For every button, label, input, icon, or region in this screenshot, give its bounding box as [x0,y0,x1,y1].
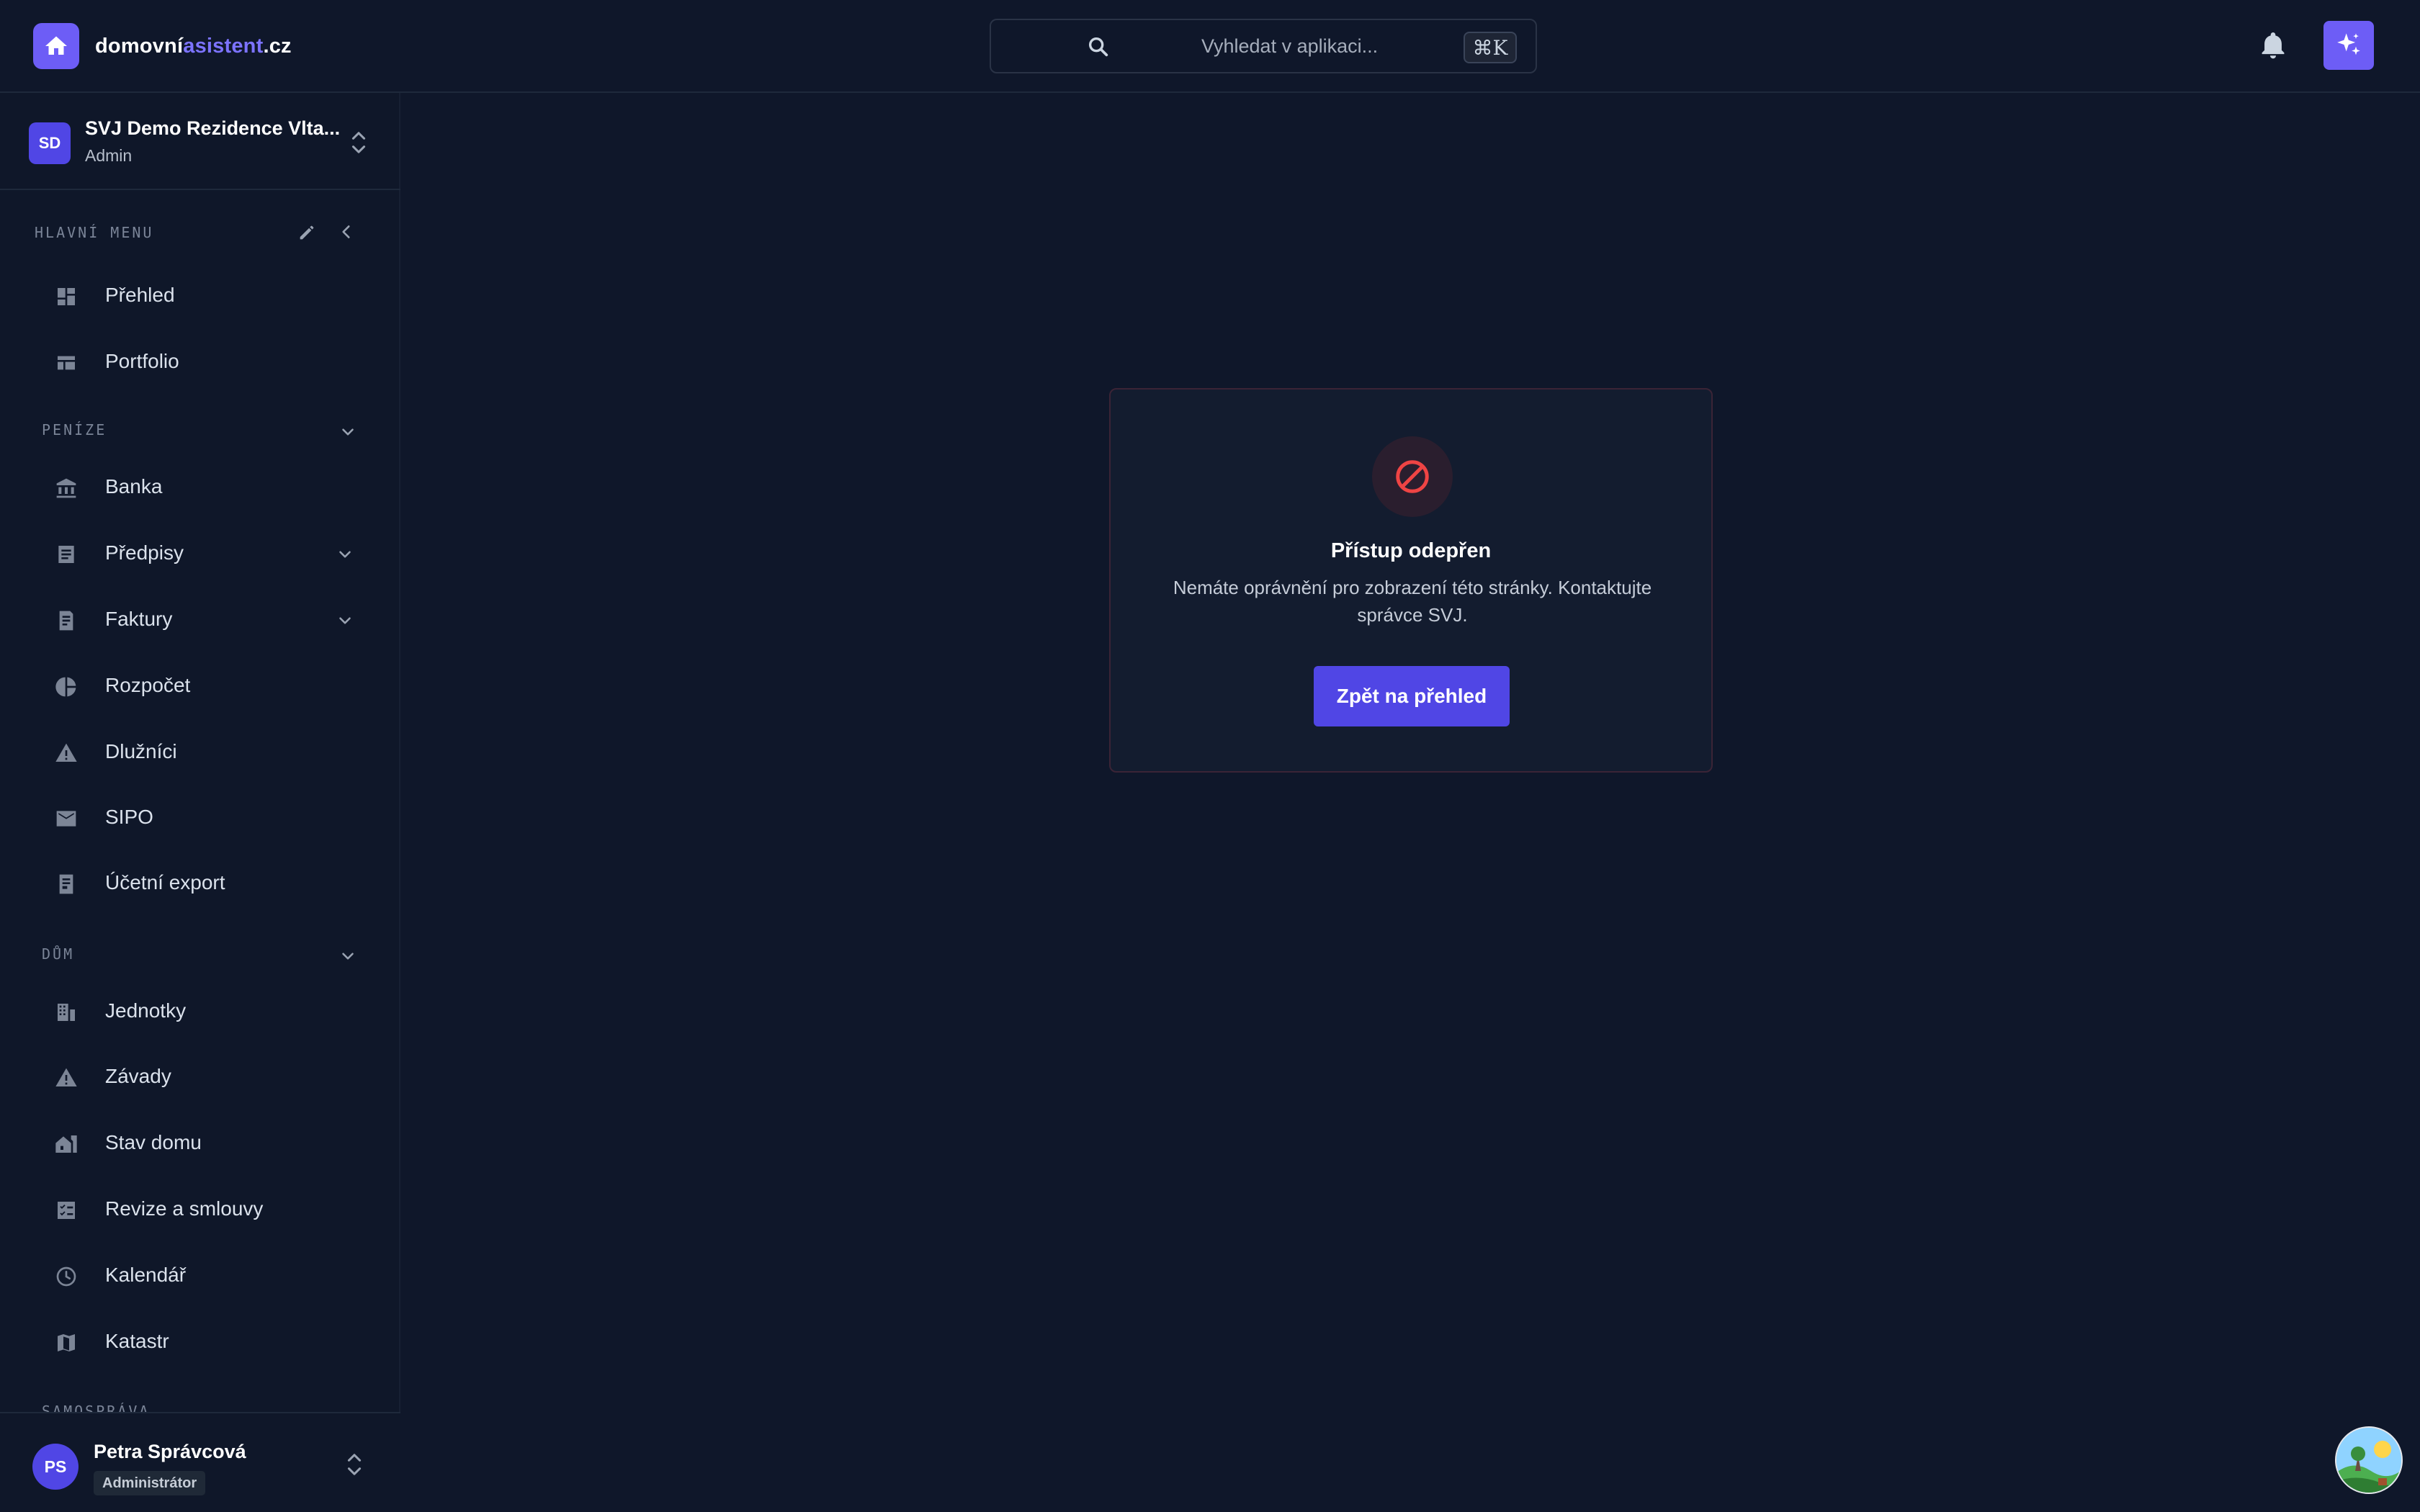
receipt-icon [55,873,78,896]
invoice-icon [55,609,78,632]
sidebar-item-label: Předpisy [105,541,184,564]
sidebar-item-label: Revize a smlouvy [105,1197,264,1220]
mail-icon [55,807,78,830]
sidebar-item-rozpocet[interactable]: Rozpočet [35,659,370,714]
expand-collapse-icon [350,130,367,155]
bank-icon [55,477,78,500]
house-status-icon [55,1133,78,1156]
search-shortcut-badge: ⌘K [1464,32,1517,63]
user-avatar: PS [32,1444,79,1490]
sidebar-item-zavady[interactable]: Závady [35,1050,370,1104]
main-menu-heading: HLAVNÍ MENU [35,224,154,241]
access-denied-card: Přístup odepřen Nemáte oprávnění pro zob… [1109,388,1713,773]
apartment-icon [55,1001,78,1024]
sidebar-item-prehled[interactable]: Přehled [35,269,370,323]
clock-icon [55,1265,78,1288]
sparkles-icon [2334,31,2363,60]
sidebar-item-label: Účetní export [105,871,225,894]
brand-logo[interactable]: domovníasistent.cz [33,23,292,69]
org-avatar: SD [29,122,71,164]
sidebar-item-label: Portfolio [105,350,179,372]
document-list-icon [55,543,78,566]
chevron-down-icon[interactable] [336,545,354,564]
top-bar: domovníasistent.cz Vyhledat v aplikaci..… [0,0,2420,93]
pie-chart-icon [55,675,78,698]
money-section-heading: PENÍZE [42,421,107,438]
search-icon [1086,35,1111,59]
sidebar-item-label: Katastr [105,1330,169,1352]
warning-icon [55,742,78,765]
back-to-overview-button[interactable]: Zpět na přehled [1314,666,1510,726]
sidebar-item-label: SIPO [105,806,153,828]
sidebar-item-faktury[interactable]: Faktury [35,593,370,647]
sidebar-item-katastr[interactable]: Katastr [35,1315,370,1369]
sidebar-item-label: Dlužníci [105,740,177,762]
search-input[interactable]: Vyhledat v aplikaci... ⌘K [990,19,1537,73]
search-placeholder: Vyhledat v aplikaci... [1201,35,1379,57]
sidebar-item-sipo[interactable]: SIPO [35,791,370,845]
sidebar-item-revize-a-smlouvy[interactable]: Revize a smlouvy [35,1182,370,1237]
sidebar-item-label: Stav domu [105,1131,202,1153]
sidebar-item-kalendar[interactable]: Kalendář [35,1248,370,1303]
blocked-icon [1372,436,1453,517]
expand-collapse-icon [346,1452,363,1477]
sidebar: SD SVJ Demo Rezidence Vlta... Admin HLAV… [0,93,400,1512]
samosprava-section-heading: SAMOSPRÁVA [42,1403,151,1413]
sidebar-item-label: Rozpočet [105,674,191,696]
notifications-bell-icon[interactable] [2257,29,2289,62]
sidebar-item-dluznici[interactable]: Dlužníci [35,725,370,780]
portfolio-icon [55,351,78,374]
warning-icon [55,1066,78,1089]
access-denied-title: Přístup odepřen [1330,539,1492,562]
sidebar-item-label: Banka [105,475,163,498]
edit-menu-icon[interactable] [297,222,317,243]
home-icon [33,23,79,69]
access-denied-message: Nemáte oprávnění pro zobrazení této strá… [1173,577,1652,626]
section-collapse-chevron-icon[interactable] [339,423,357,441]
collapse-sidebar-icon[interactable] [337,221,356,243]
checklist-icon [55,1199,78,1222]
sidebar-item-portfolio[interactable]: Portfolio [35,335,370,390]
section-collapse-chevron-icon[interactable] [339,947,357,966]
sidebar-item-label: Faktury [105,608,173,630]
chevron-down-icon[interactable] [336,611,354,630]
house-section-heading: DŮM [42,945,75,963]
ai-assistant-button[interactable] [2323,21,2374,70]
map-icon [55,1331,78,1354]
org-name: SVJ Demo Rezidence Vlta... [85,117,341,139]
sidebar-item-banka[interactable]: Banka [35,460,370,515]
user-role-badge: Administrátor [94,1471,206,1495]
sidebar-item-label: Kalendář [105,1264,187,1286]
user-menu[interactable]: PS Petra Správcová Administrátor [0,1412,400,1512]
sidebar-item-label: Přehled [105,284,175,306]
org-role: Admin [85,146,133,165]
sidebar-item-ucetni-export[interactable]: Účetní export [35,856,370,911]
sidebar-item-jednotky[interactable]: Jednotky [35,984,370,1039]
user-name: Petra Správcová [94,1441,246,1462]
brand-name: domovníasistent.cz [95,34,292,58]
sidebar-item-predpisy[interactable]: Předpisy [35,526,370,581]
dashboard-icon [55,285,78,308]
sidebar-item-label: Závady [105,1065,171,1087]
assistant-avatar-icon[interactable] [2335,1426,2403,1494]
sidebar-item-label: Jednotky [105,999,187,1022]
sidebar-item-stav-domu[interactable]: Stav domu [35,1116,370,1171]
organization-switcher[interactable]: SD SVJ Demo Rezidence Vlta... Admin [0,93,400,190]
